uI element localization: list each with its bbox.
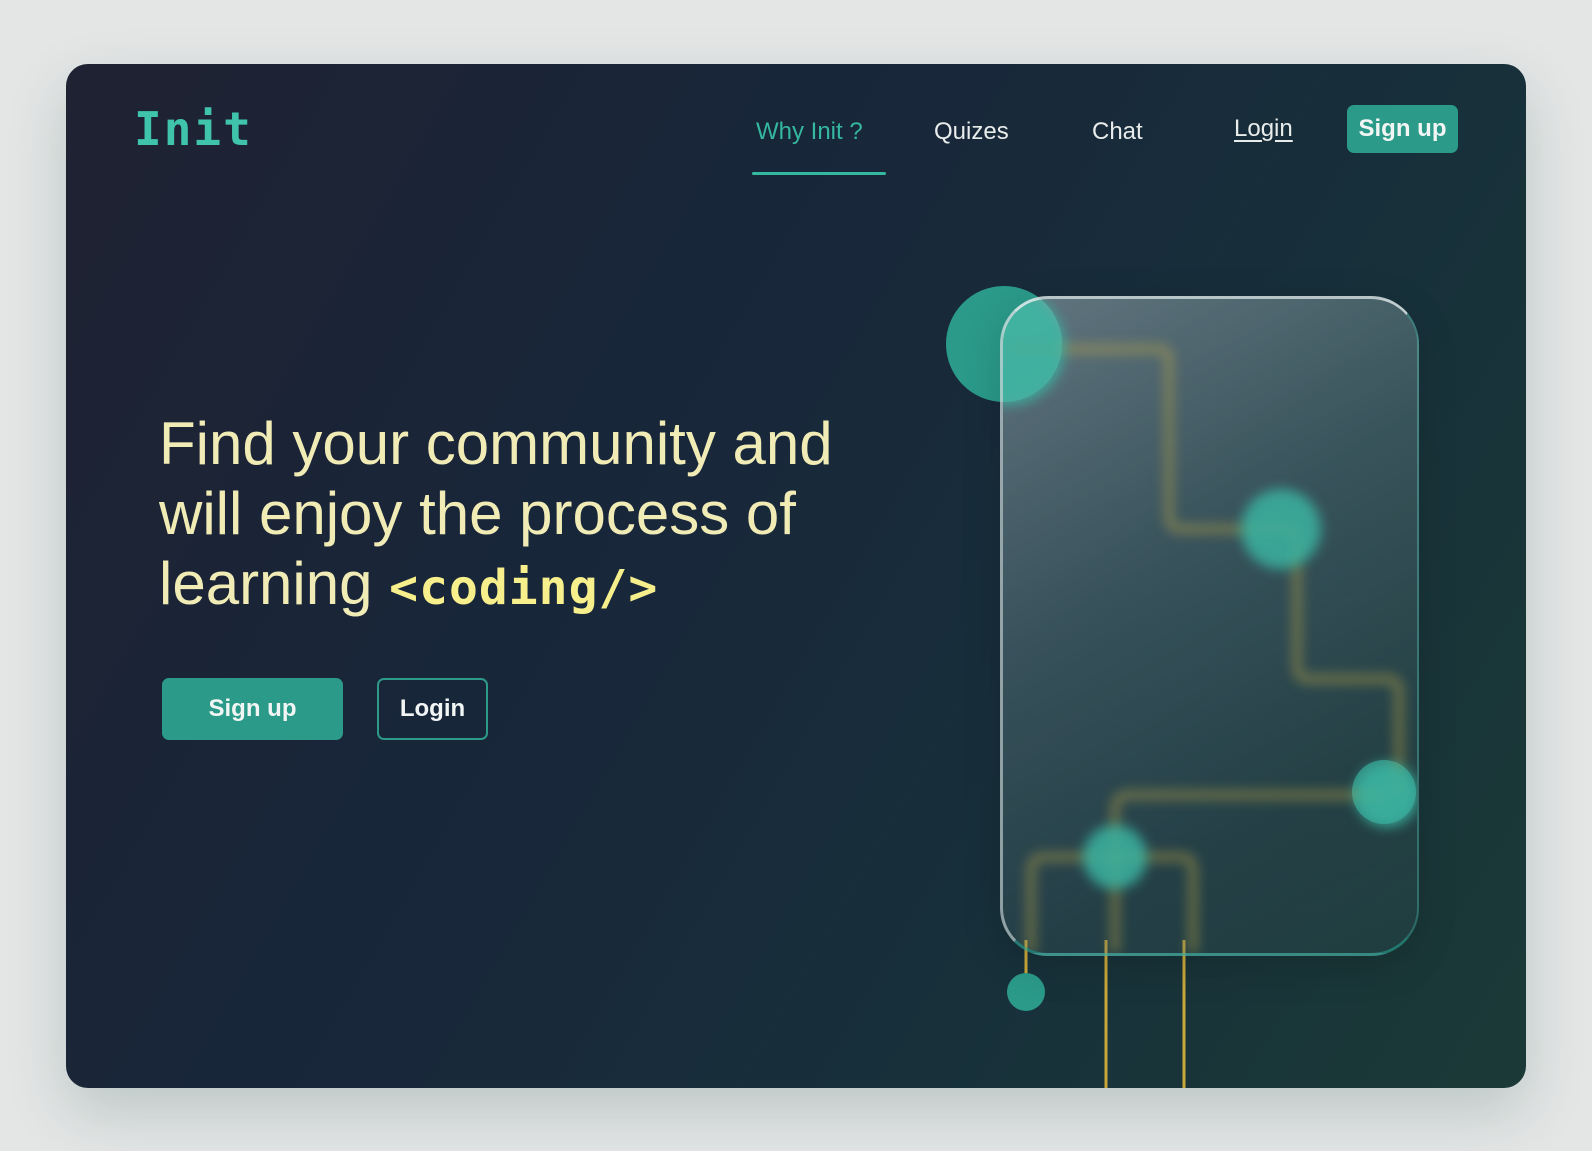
hero-code-word: <coding/> xyxy=(389,560,659,616)
login-button[interactable]: Login xyxy=(377,678,488,740)
nav-login-link[interactable]: Login xyxy=(1234,115,1293,143)
signup-button[interactable]: Sign up xyxy=(162,678,343,740)
glass-panel xyxy=(1000,296,1419,956)
nav-why-init[interactable]: Why Init ? xyxy=(756,118,863,146)
circuit-traces-outside xyxy=(1024,940,1186,1088)
circuit-node-bottom xyxy=(1007,973,1045,1011)
hero-line-3-prefix: learning xyxy=(159,550,373,617)
hero-line-1: Find your community and xyxy=(159,410,833,477)
hero-headline: Find your community and will enjoy the p… xyxy=(159,409,919,623)
nav-signup-button[interactable]: Sign up xyxy=(1347,105,1458,153)
logo[interactable]: Init xyxy=(134,102,253,156)
nav-chat[interactable]: Chat xyxy=(1092,118,1143,146)
nav-quizes[interactable]: Quizes xyxy=(934,118,1009,146)
hero-line-2: will enjoy the process of xyxy=(159,480,796,547)
nav-active-indicator xyxy=(752,172,886,175)
landing-card: Init Why Init ? Quizes Chat Login Sign u… xyxy=(66,64,1526,1088)
hero-line-3: learning <coding/> xyxy=(159,549,919,623)
circuit-blurred xyxy=(1003,299,1417,953)
